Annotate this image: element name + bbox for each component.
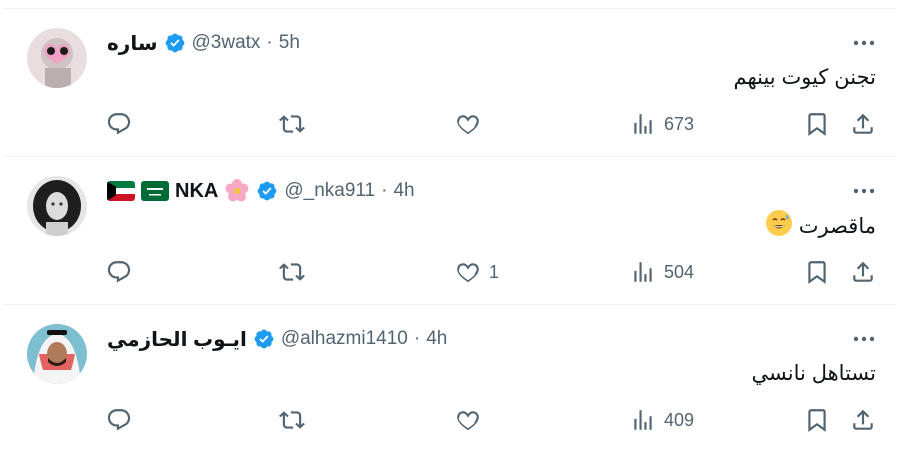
reply-button[interactable] <box>106 107 132 141</box>
separator: · <box>266 32 273 53</box>
retweet-button[interactable] <box>279 255 305 289</box>
handle[interactable]: @alhazmi1410 <box>281 328 408 350</box>
heart-icon <box>457 263 479 283</box>
tweet-text-row: ماقصرت <box>765 209 876 243</box>
share-icon <box>853 409 873 430</box>
more-options-icon[interactable] <box>852 329 876 349</box>
tweet-2[interactable]: NKA @_nka911 · 4h ماقصرت 1 504 <box>3 157 896 305</box>
reply-icon <box>107 113 131 135</box>
display-name[interactable]: NKA <box>175 180 218 203</box>
views-button[interactable]: 409 <box>630 403 694 437</box>
verified-badge-icon <box>253 328 275 350</box>
share-icon <box>853 113 873 134</box>
saudi-flag-icon <box>141 181 169 201</box>
grinning-sweat-icon <box>765 209 793 243</box>
tweet-1[interactable]: ساره @3watx · 5h تجنن كيوت بينهم 673 <box>3 9 896 157</box>
separator: · <box>413 328 421 349</box>
heart-icon <box>457 115 479 135</box>
reply-button[interactable] <box>106 255 132 289</box>
avatar[interactable] <box>27 324 87 384</box>
view-count: 409 <box>664 409 695 430</box>
avatar[interactable] <box>27 176 87 236</box>
more-options-icon[interactable] <box>852 181 876 201</box>
verified-badge-icon <box>256 180 278 202</box>
tweet-header: ايـوب الحازمي @alhazmi1410 · 4h <box>107 325 447 353</box>
retweet-icon <box>279 411 305 429</box>
tweet-3[interactable]: ايـوب الحازمي @alhazmi1410 · 4h تستاهل ن… <box>3 305 896 449</box>
bookmark-icon <box>808 113 826 136</box>
timestamp[interactable]: 4h <box>426 328 447 350</box>
bookmark-button[interactable] <box>804 255 830 289</box>
views-chart-icon <box>634 410 652 430</box>
timestamp[interactable]: 4h <box>393 180 414 202</box>
bookmark-icon <box>808 261 826 284</box>
share-button[interactable] <box>850 107 876 141</box>
retweet-icon <box>279 263 305 281</box>
reply-icon <box>107 261 131 283</box>
tweet-text: تجنن كيوت بينهم <box>733 66 876 89</box>
views-chart-icon <box>634 262 652 282</box>
tweet-header: ساره @3watx · 5h <box>107 29 300 57</box>
heart-icon <box>457 411 479 431</box>
reply-button[interactable] <box>106 403 132 437</box>
tweet-header: NKA @_nka911 · 4h <box>107 177 415 205</box>
avatar[interactable] <box>27 28 87 88</box>
retweet-icon <box>279 115 305 133</box>
display-name[interactable]: ساره <box>107 31 158 56</box>
separator: · <box>381 180 388 201</box>
reply-icon <box>107 409 131 431</box>
tweet-text: تستاهل نانسي <box>751 362 876 385</box>
share-button[interactable] <box>850 403 876 437</box>
kuwait-flag-icon <box>107 181 135 201</box>
tweet-actions: 1 504 <box>3 255 896 289</box>
view-count: 673 <box>664 113 695 134</box>
tweet-feed: ساره @3watx · 5h تجنن كيوت بينهم 673 NKA… <box>0 0 899 449</box>
bookmark-button[interactable] <box>804 107 830 141</box>
like-button[interactable]: 1 <box>455 255 499 289</box>
handle[interactable]: @_nka911 <box>284 180 375 202</box>
share-icon <box>853 261 873 282</box>
share-button[interactable] <box>850 255 876 289</box>
tweet-text: ماقصرت <box>798 214 876 238</box>
timestamp[interactable]: 5h <box>279 32 300 54</box>
views-chart-icon <box>634 114 652 134</box>
tweet-actions: 673 <box>3 107 896 141</box>
display-name[interactable]: ايـوب الحازمي <box>107 327 247 352</box>
handle[interactable]: @3watx <box>192 32 261 54</box>
tweet-actions: 409 <box>3 403 896 437</box>
verified-badge-icon <box>164 32 186 54</box>
retweet-button[interactable] <box>279 403 305 437</box>
like-count: 1 <box>489 261 500 282</box>
bookmark-icon <box>808 409 826 432</box>
flower-icon <box>224 178 250 204</box>
like-button[interactable] <box>455 403 489 437</box>
bookmark-button[interactable] <box>804 403 830 437</box>
view-count: 504 <box>664 261 695 282</box>
retweet-button[interactable] <box>279 107 305 141</box>
views-button[interactable]: 504 <box>630 255 694 289</box>
more-options-icon[interactable] <box>852 33 876 53</box>
views-button[interactable]: 673 <box>630 107 694 141</box>
like-button[interactable] <box>455 107 489 141</box>
